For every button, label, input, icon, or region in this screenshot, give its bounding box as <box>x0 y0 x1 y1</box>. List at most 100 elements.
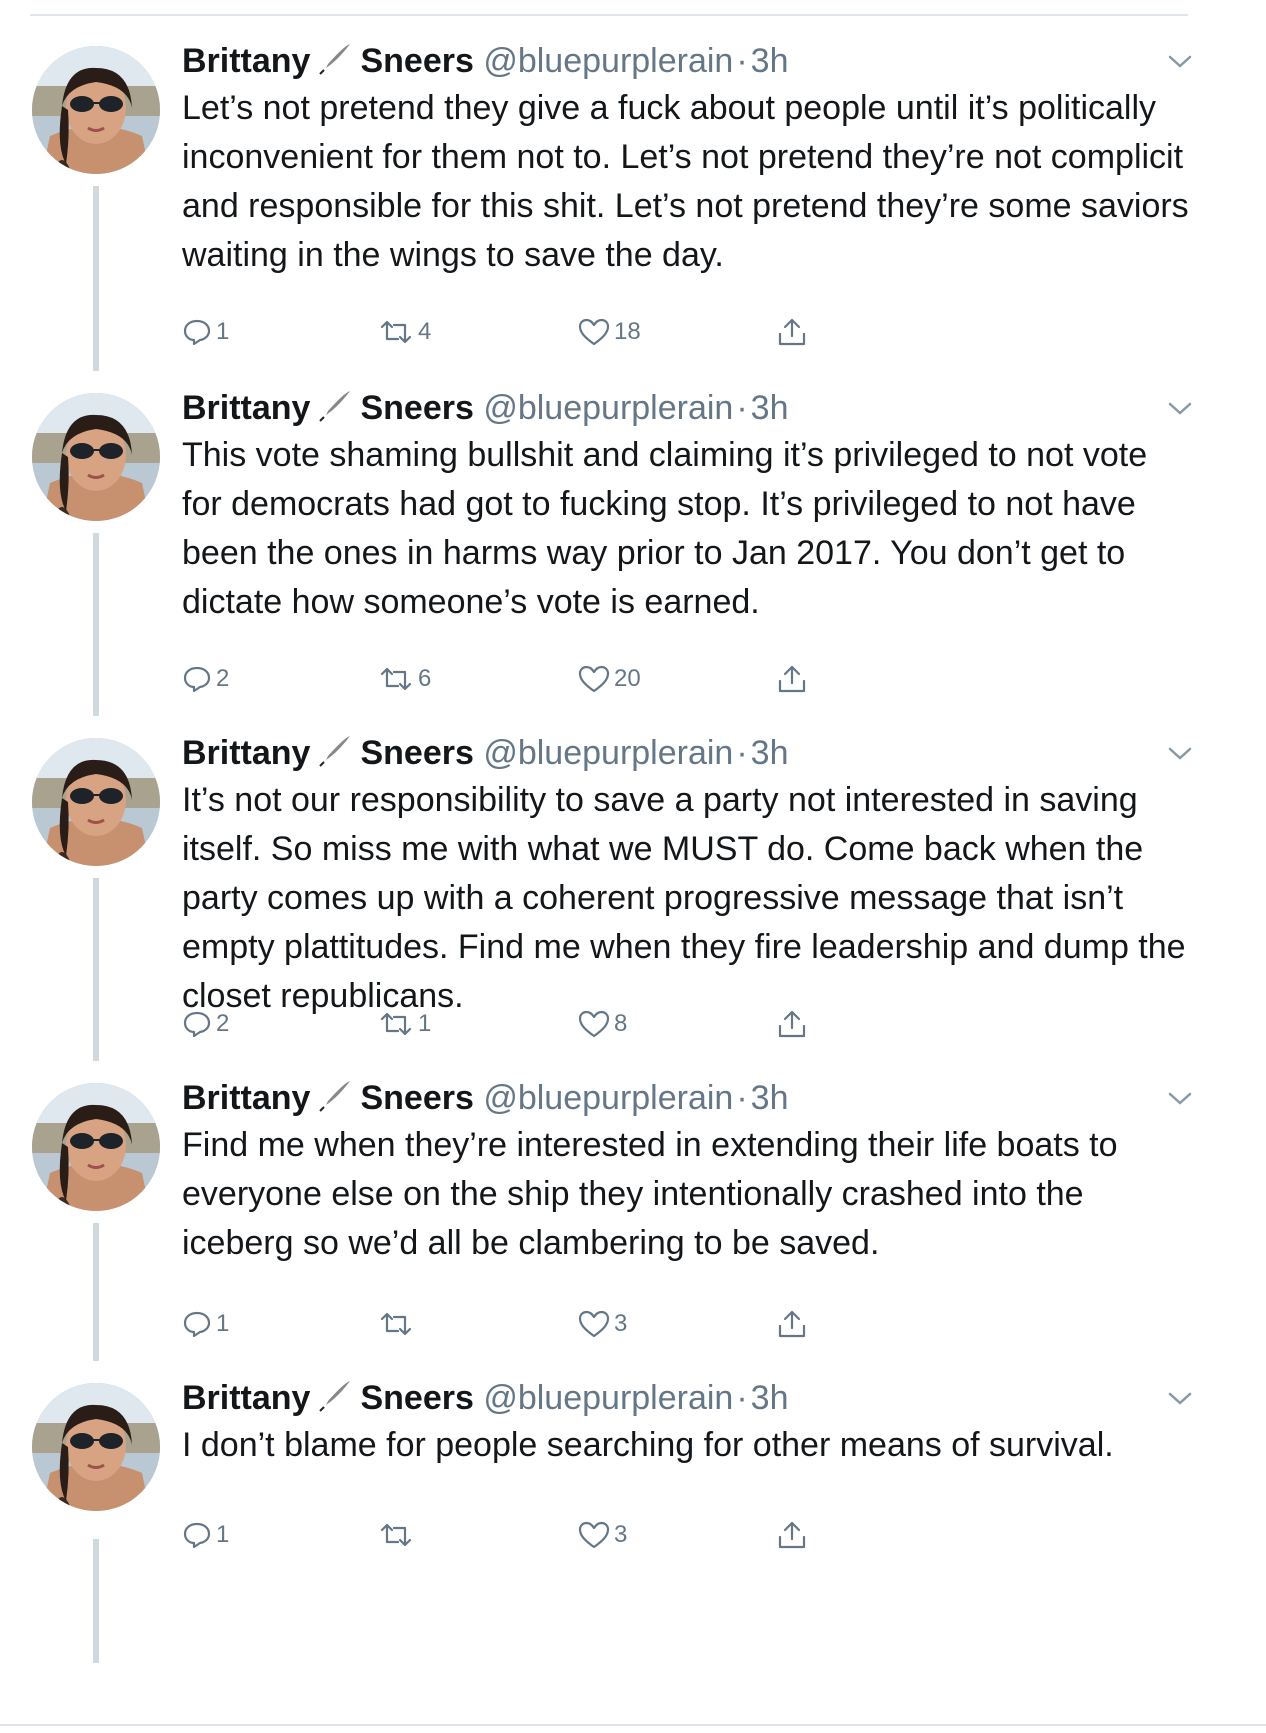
tweet-text: I don’t blame for people searching for o… <box>182 1426 1114 1464</box>
reply-icon <box>183 319 211 346</box>
display-name-last[interactable]: Sneers <box>360 1379 473 1417</box>
timestamp[interactable]: 3h <box>751 389 789 427</box>
avatar[interactable] <box>32 393 160 521</box>
separator-dot: · <box>736 389 748 427</box>
display-name[interactable]: Brittany Sneers <box>182 1379 474 1417</box>
retweet-button[interactable] <box>378 1513 418 1557</box>
tweet-content: Brittany Sneers @bluepurplerain·3h It’s n… <box>182 724 1206 1038</box>
quill-pen-icon <box>319 1381 351 1412</box>
thread-connector-line <box>93 878 99 1061</box>
display-name-first[interactable]: Brittany <box>182 1079 310 1117</box>
user-handle[interactable]: @bluepurplerain <box>483 734 733 772</box>
share-icon <box>778 318 806 346</box>
heart-icon <box>578 1310 610 1338</box>
separator-dot: · <box>736 1379 748 1417</box>
avatar[interactable] <box>32 1383 160 1511</box>
display-name-last[interactable]: Sneers <box>360 1079 473 1117</box>
tweet-actions: 1 4 18 <box>182 310 832 354</box>
like-count: 3 <box>614 1521 628 1548</box>
avatar[interactable] <box>32 738 160 866</box>
heart-icon <box>578 1010 610 1038</box>
like-count: 3 <box>614 1310 628 1337</box>
display-name[interactable]: Brittany Sneers <box>182 1079 474 1117</box>
tweet[interactable]: Brittany Sneers @bluepurplerain·3h I don’… <box>0 1369 1266 1663</box>
retweet-button[interactable]: 1 <box>378 1002 431 1046</box>
display-name-last[interactable]: Sneers <box>360 389 473 427</box>
display-name-first[interactable]: Brittany <box>182 42 310 80</box>
display-name-first[interactable]: Brittany <box>182 389 310 427</box>
reply-icon <box>183 1011 211 1038</box>
tweet[interactable]: Brittany Sneers @bluepurplerain·3h Find m… <box>0 1069 1266 1369</box>
retweet-count: 6 <box>418 665 432 692</box>
tweet[interactable]: Brittany Sneers @bluepurplerain·3h It’s n… <box>0 724 1266 1069</box>
tweet-header: Brittany Sneers @bluepurplerain·3h <box>182 1069 1206 1127</box>
share-button[interactable] <box>776 1513 812 1557</box>
tweet-thread: Brittany Sneers @bluepurplerain·3h Let’s … <box>0 32 1266 1663</box>
display-name-first[interactable]: Brittany <box>182 734 310 772</box>
tweet-header: Brittany Sneers @bluepurplerain·3h <box>182 724 1206 782</box>
tweet[interactable]: Brittany Sneers @bluepurplerain·3h Let’s … <box>0 32 1266 379</box>
tweet-text: Find me when they’re interested in exten… <box>182 1126 1118 1262</box>
thread-connector-line <box>93 1539 99 1663</box>
chevron-down-icon[interactable] <box>1166 397 1194 419</box>
reply-count: 2 <box>216 1010 230 1037</box>
display-name-first[interactable]: Brittany <box>182 1379 310 1417</box>
tweet-actions: 1 3 <box>182 1302 832 1346</box>
thread-connector-line <box>93 186 99 371</box>
share-icon <box>778 1310 806 1338</box>
timestamp[interactable]: 3h <box>751 42 789 80</box>
like-button[interactable]: 8 <box>578 1002 627 1046</box>
quill-pen-icon <box>319 736 351 767</box>
user-handle[interactable]: @bluepurplerain <box>483 1079 733 1117</box>
reply-button[interactable]: 2 <box>182 657 229 701</box>
reply-count: 1 <box>216 318 230 345</box>
display-name[interactable]: Brittany Sneers <box>182 734 474 772</box>
display-name-last[interactable]: Sneers <box>360 734 473 772</box>
chevron-down-icon[interactable] <box>1166 1087 1194 1109</box>
reply-button[interactable]: 1 <box>182 310 229 354</box>
retweet-icon <box>380 1012 412 1036</box>
avatar[interactable] <box>32 46 160 174</box>
retweet-icon <box>380 320 412 344</box>
share-button[interactable] <box>776 1302 812 1346</box>
tweet[interactable]: Brittany Sneers @bluepurplerain·3h This v… <box>0 379 1266 724</box>
like-count: 20 <box>614 665 641 692</box>
like-button[interactable]: 3 <box>578 1513 627 1557</box>
heart-icon <box>578 318 610 346</box>
reply-button[interactable]: 1 <box>182 1513 229 1557</box>
timestamp[interactable]: 3h <box>751 1079 789 1117</box>
avatar[interactable] <box>32 1083 160 1211</box>
display-name-last[interactable]: Sneers <box>360 42 473 80</box>
display-name[interactable]: Brittany Sneers <box>182 389 474 427</box>
separator-dot: · <box>736 734 748 772</box>
tweet-content: Brittany Sneers @bluepurplerain·3h This v… <box>182 379 1206 693</box>
reply-button[interactable]: 1 <box>182 1302 229 1346</box>
reply-count: 1 <box>216 1310 230 1337</box>
chevron-down-icon[interactable] <box>1166 742 1194 764</box>
chevron-down-icon[interactable] <box>1166 50 1194 72</box>
share-icon <box>778 1521 806 1549</box>
retweet-button[interactable] <box>378 1302 418 1346</box>
quill-pen-icon <box>319 1081 351 1112</box>
reply-button[interactable]: 2 <box>182 1002 229 1046</box>
tweet-actions: 2 6 20 <box>182 657 832 701</box>
chevron-down-icon[interactable] <box>1166 1387 1194 1409</box>
user-handle[interactable]: @bluepurplerain <box>483 42 733 80</box>
like-button[interactable]: 18 <box>578 310 641 354</box>
reply-count: 1 <box>216 1521 230 1548</box>
timestamp[interactable]: 3h <box>751 1379 789 1417</box>
share-button[interactable] <box>776 310 812 354</box>
share-button[interactable] <box>776 657 812 701</box>
retweet-button[interactable]: 4 <box>378 310 431 354</box>
user-handle[interactable]: @bluepurplerain <box>483 1379 733 1417</box>
thread-connector-line <box>93 533 99 716</box>
like-button[interactable]: 20 <box>578 657 641 701</box>
share-button[interactable] <box>776 1002 812 1046</box>
display-name[interactable]: Brittany Sneers <box>182 42 474 80</box>
retweet-button[interactable]: 6 <box>378 657 431 701</box>
user-handle[interactable]: @bluepurplerain <box>483 389 733 427</box>
like-button[interactable]: 3 <box>578 1302 627 1346</box>
like-count: 18 <box>614 318 641 345</box>
tweet-text: It’s not our responsibility to save a pa… <box>182 781 1186 1015</box>
timestamp[interactable]: 3h <box>751 734 789 772</box>
